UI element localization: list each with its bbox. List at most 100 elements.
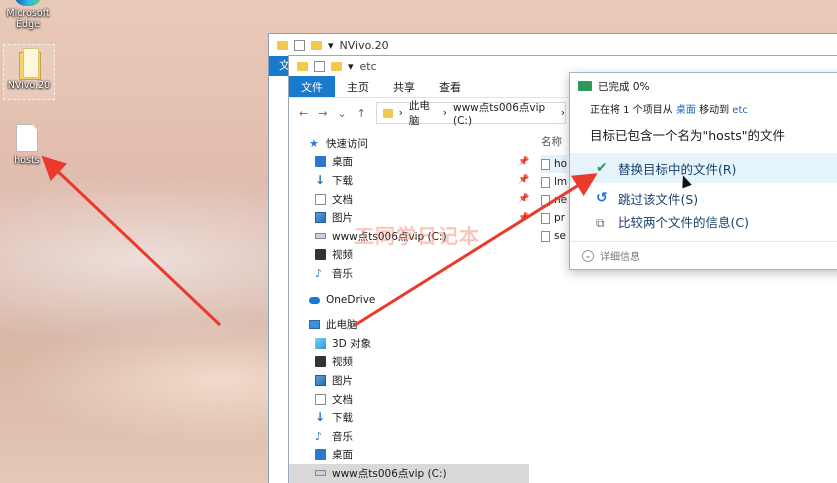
desktop-icon <box>315 449 326 461</box>
folder-icon <box>297 61 308 71</box>
tab-view[interactable]: 查看 <box>427 76 473 97</box>
computer-icon <box>309 320 320 330</box>
window-title: etc <box>359 59 377 73</box>
file-row[interactable]: ho <box>541 155 568 173</box>
watermark: 工同学日记本 <box>354 224 480 248</box>
file-row[interactable]: pr <box>541 209 567 227</box>
tab-file[interactable]: 文件 <box>289 76 335 97</box>
nav-item-pictures[interactable]: 图片 <box>289 371 529 390</box>
download-icon: ↓ <box>315 410 326 425</box>
desktop-icon <box>315 156 326 168</box>
pictures-icon <box>315 374 326 386</box>
nav-item-videos[interactable]: 视频 <box>289 353 529 372</box>
properties-icon[interactable] <box>314 60 325 72</box>
forward-arrow-icon[interactable]: → <box>318 107 327 120</box>
details-toggle[interactable]: ⌄ 详细信息 <box>570 241 837 269</box>
download-icon: ↓ <box>315 172 326 187</box>
nav-item-documents[interactable]: 文档 📌 <box>289 190 529 209</box>
nav-item-desktop[interactable]: 桌面 📌 <box>289 153 529 172</box>
breadcrumb-drive[interactable]: www点ts006点vip (C:) <box>453 100 555 127</box>
file-row[interactable]: se <box>541 227 567 245</box>
skip-file-option[interactable]: ↺ 跳过该文件(S) <box>570 183 837 213</box>
file-name: ne <box>554 194 568 206</box>
checkmark-icon: ✔ <box>596 160 608 176</box>
tab-file-fragment[interactable]: 文 <box>269 59 290 72</box>
pin-icon: 📌 <box>518 175 530 186</box>
nav-label: 3D 对象 <box>332 337 372 350</box>
video-icon <box>315 249 326 261</box>
nav-item-music[interactable]: ♪ 音乐 <box>289 427 529 446</box>
pictures-icon <box>315 212 326 224</box>
arrow-to-hosts <box>41 155 222 327</box>
nav-label: 此电脑 <box>326 319 358 332</box>
back-arrow-icon[interactable]: ← <box>299 107 308 120</box>
file-icon <box>541 176 550 188</box>
nav-item-music[interactable]: ♪ 音乐 <box>289 264 529 283</box>
tab-home[interactable]: 主页 <box>335 76 381 97</box>
desktop-icon-edge[interactable]: Microsoft Edge <box>2 0 54 30</box>
compare-files-option[interactable]: ⧉ 比较两个文件的信息(C) <box>570 213 837 231</box>
recent-chevron-icon[interactable]: ⌄ <box>337 107 346 120</box>
desktop-icon-nvivo[interactable]: NVivo.20 <box>3 44 55 100</box>
nav-label: 音乐 <box>332 267 353 280</box>
up-arrow-icon[interactable]: ↑ <box>357 107 366 120</box>
file-name: se <box>554 230 566 242</box>
file-row[interactable]: ne <box>541 191 567 209</box>
replace-or-skip-dialog[interactable]: 已完成 0% 正在将 1 个项目从 桌面 移动到 etc 目标已包含一个名为"h… <box>569 72 837 270</box>
nav-onedrive[interactable]: OneDrive <box>289 291 529 310</box>
progress-prefix: 正在将 1 个项目从 <box>590 105 673 116</box>
nav-item-documents[interactable]: 文档 <box>289 390 529 409</box>
file-icon <box>541 194 550 206</box>
nav-this-pc[interactable]: 此电脑 <box>289 315 529 334</box>
desktop-icon-label: hosts <box>14 155 40 166</box>
chevron-down-icon[interactable]: ▾ <box>348 60 354 73</box>
star-icon: ★ <box>309 136 319 150</box>
breadcrumb-separator-icon: › <box>442 107 447 119</box>
new-folder-icon[interactable] <box>331 61 342 71</box>
nav-item-downloads[interactable]: ↓ 下载 <box>289 408 529 427</box>
drive-icon <box>315 470 326 477</box>
copy-progress-icon <box>578 81 592 91</box>
progress-description: 正在将 1 个项目从 桌面 移动到 etc <box>570 101 837 116</box>
breadcrumb-this-pc[interactable]: 此电脑 <box>409 98 437 128</box>
tab-share[interactable]: 共享 <box>381 76 427 97</box>
destination-link[interactable]: etc <box>732 105 748 116</box>
option-label: 跳过该文件(S) <box>618 191 699 207</box>
nav-label: 下载 <box>332 174 353 187</box>
folder-icon <box>382 108 393 118</box>
properties-icon[interactable] <box>294 39 305 51</box>
folder-icon <box>277 40 288 50</box>
pin-icon: 📌 <box>518 212 530 223</box>
replace-file-option[interactable]: ✔ 替换目标中的文件(R) <box>570 153 837 183</box>
chevron-down-icon[interactable]: ▾ <box>328 39 334 52</box>
source-link[interactable]: 桌面 <box>676 105 696 116</box>
document-icon <box>315 393 326 405</box>
chevron-down-icon: ⌄ <box>582 249 594 262</box>
file-icon <box>16 124 38 152</box>
breadcrumb-separator-icon: › <box>560 107 565 119</box>
pin-icon: 📌 <box>518 156 530 167</box>
cube-icon <box>315 337 326 349</box>
nav-item-drive[interactable]: www点ts006点vip (C:) <box>289 464 529 483</box>
nav-quick-access[interactable]: ★ 快速访问 <box>289 134 529 153</box>
navigation-pane: ★ 快速访问 桌面 📌 ↓ 下载 📌 文档 📌 图片 📌 www点ts006点v… <box>289 134 529 483</box>
desktop-icon-hosts[interactable]: hosts <box>1 124 53 166</box>
music-icon: ♪ <box>315 266 323 280</box>
column-header-name[interactable]: 名称 <box>541 134 567 149</box>
nav-item-downloads[interactable]: ↓ 下载 📌 <box>289 171 529 190</box>
file-name: lm <box>554 176 568 188</box>
nav-label: 快速访问 <box>326 137 368 150</box>
file-row[interactable]: lm <box>541 173 567 191</box>
nav-item-3d-objects[interactable]: 3D 对象 <box>289 334 529 353</box>
new-folder-icon[interactable] <box>311 40 322 50</box>
file-name: ho <box>554 158 568 170</box>
skip-arrow-icon: ↺ <box>596 190 608 206</box>
desktop-icon-label: NVivo.20 <box>7 80 51 91</box>
nav-item-desktop[interactable]: 桌面 <box>289 446 529 465</box>
document-icon <box>315 193 326 205</box>
dialog-title: 已完成 0% <box>598 80 650 93</box>
folder-icon <box>16 48 42 80</box>
nav-label: 桌面 <box>332 449 353 462</box>
breadcrumb-separator-icon: › <box>398 107 403 119</box>
address-bar[interactable]: › 此电脑 › www点ts006点vip (C:) › <box>375 100 566 127</box>
